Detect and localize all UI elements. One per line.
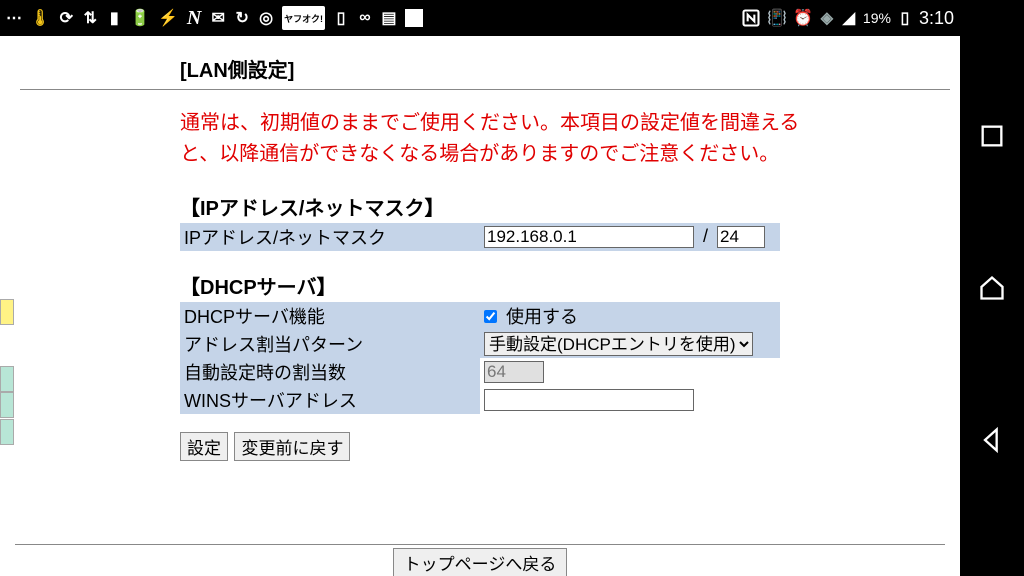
battery-bars-icon: ▮: [106, 6, 122, 30]
warning-text: 通常は、初期値のままでご使用ください。本項目の設定値を間違えると、以降通信ができ…: [180, 108, 830, 170]
n-app-icon: N: [186, 6, 202, 30]
thermometer-icon: 🌡: [30, 6, 50, 30]
ip-table: IPアドレス/ネットマスク /: [180, 223, 780, 251]
dhcp-use-label: 使用する: [506, 307, 578, 327]
wins-label: WINSサーバアドレス: [180, 386, 480, 414]
auto-count-field: [484, 361, 544, 383]
bottom-divider: [15, 544, 945, 545]
wins-field[interactable]: [484, 389, 694, 411]
nfc-icon: [741, 6, 761, 30]
sync-icon: ⟳: [58, 6, 74, 30]
dhcp-table: DHCPサーバ機能 使用する アドレス割当パターン 手動設定(DHCPエントリを…: [180, 302, 780, 414]
slash: /: [703, 226, 708, 247]
side-tab-1: [0, 299, 14, 325]
ip-label: IPアドレス/ネットマスク: [180, 223, 480, 251]
side-tab-3: [0, 392, 14, 418]
battery-low-icon: ▯: [333, 6, 349, 30]
ip-section-header: 【IPアドレス/ネットマスク】: [180, 192, 930, 221]
dhcp-func-label: DHCPサーバ機能: [180, 302, 480, 330]
battery-icon: ▯: [897, 6, 913, 30]
signal-icon: ◢: [841, 6, 857, 30]
side-tab-2: [0, 366, 14, 392]
dhcp-section-header: 【DHCPサーバ】: [180, 271, 930, 300]
notes-icon: ▤: [381, 6, 397, 30]
clock: 3:10: [919, 8, 954, 29]
auto-count-label: 自動設定時の割当数: [180, 358, 480, 386]
yahoo-auction-icon: ヤフオク!: [282, 6, 325, 30]
pattern-select[interactable]: 手動設定(DHCPエントリを使用): [484, 332, 753, 356]
android-nav-bar: [960, 0, 1024, 576]
android-status-bar: ⋯ 🌡 ⟳ ⇅ ▮ 🔋 ⚡ N ✉ ↻ ◎ ヤフオク! ▯ ∞ ▤ 📳 ⏰ ◈ …: [0, 0, 960, 36]
charge-icon: ⚡: [158, 6, 178, 30]
app-box-icon: [405, 9, 423, 27]
home-button[interactable]: [978, 274, 1006, 302]
wifi-icon: ◈: [819, 6, 835, 30]
divider: [20, 89, 950, 90]
infinity-icon: ∞: [357, 6, 373, 30]
mail-icon: ✉: [210, 6, 226, 30]
battery-app-icon: 🔋: [130, 6, 150, 30]
battery-percent: 19%: [863, 10, 891, 26]
web-content[interactable]: [LAN側設定] 通常は、初期値のままでご使用ください。本項目の設定値を間違える…: [0, 36, 960, 576]
back-button[interactable]: [978, 426, 1006, 454]
top-page-button[interactable]: トップページへ戻る: [393, 548, 568, 576]
dhcp-enable-checkbox[interactable]: [484, 310, 497, 323]
recent-apps-button[interactable]: [978, 122, 1006, 150]
netmask-field[interactable]: [717, 226, 765, 248]
more-icon: ⋯: [6, 6, 22, 30]
wifi-on-icon: ⇅: [82, 6, 98, 30]
side-tab-4: [0, 419, 14, 445]
alarm-icon: ⏰: [793, 6, 813, 30]
pattern-label: アドレス割当パターン: [180, 330, 480, 358]
revert-button[interactable]: 変更前に戻す: [234, 432, 350, 461]
apply-button[interactable]: 設定: [180, 432, 228, 461]
page-title: [LAN側設定]: [180, 54, 930, 83]
refresh-icon: ↻: [234, 6, 250, 30]
instagram-icon: ◎: [258, 6, 274, 30]
vibrate-icon: 📳: [767, 6, 787, 30]
ip-address-field[interactable]: [484, 226, 694, 248]
